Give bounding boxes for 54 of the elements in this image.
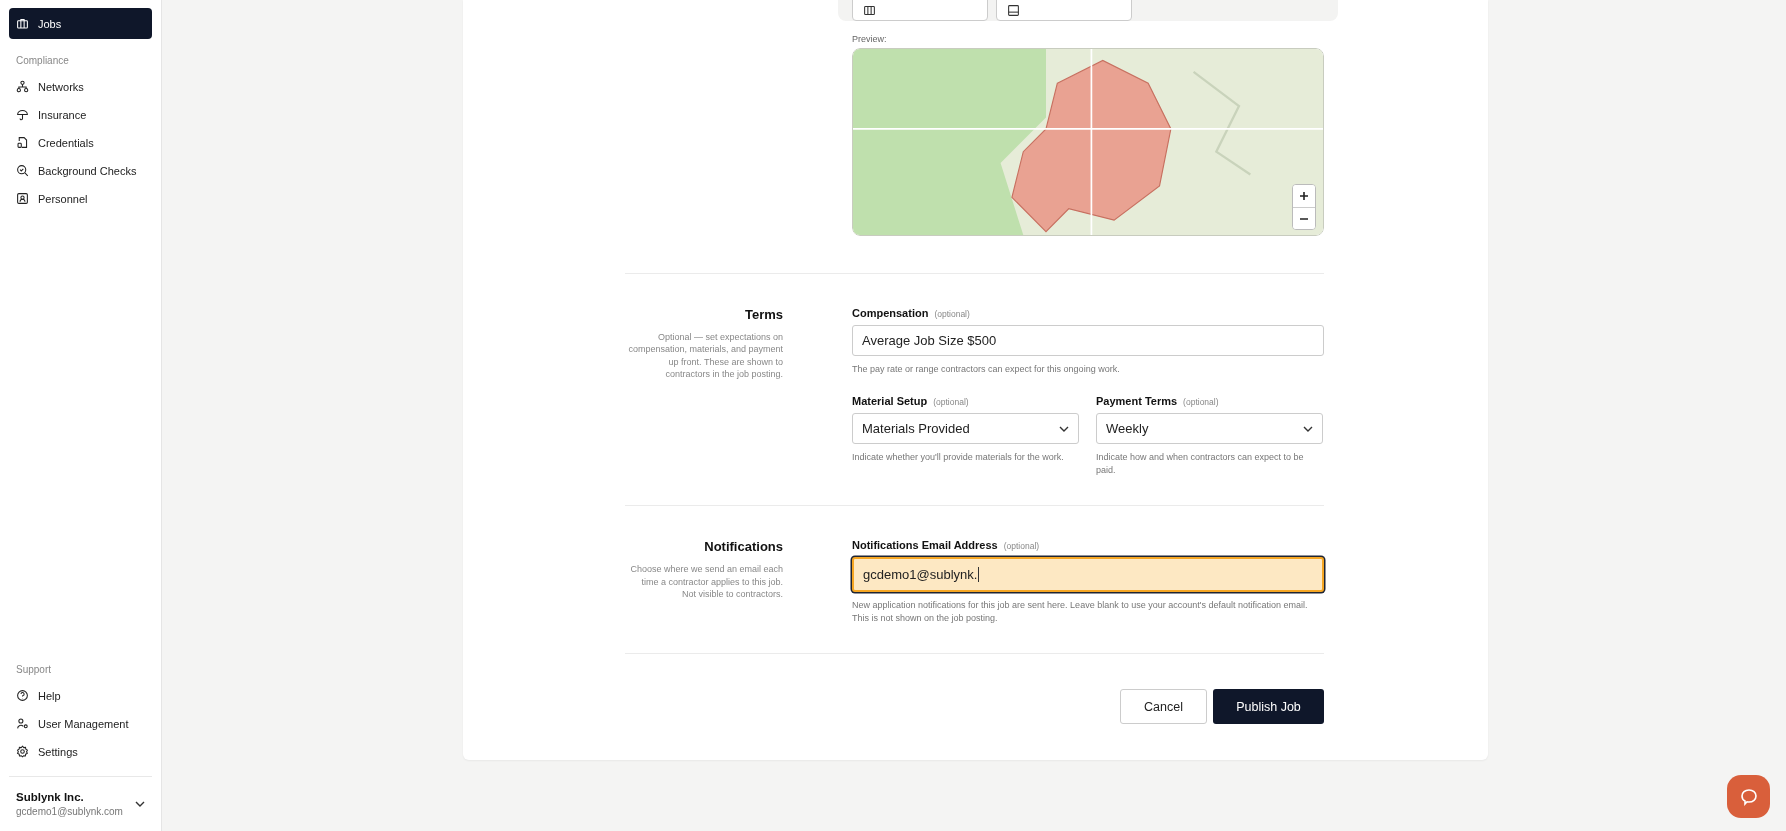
- field-label: Material Setup: [852, 395, 928, 408]
- chevron-down-icon: [1303, 425, 1313, 432]
- nav-item[interactable]: Background Checks: [9, 157, 152, 184]
- optional-label: (optional): [1183, 397, 1219, 408]
- section-heading: Support: [15, 663, 53, 677]
- window-icon: [1007, 4, 1020, 17]
- briefcase-icon: [16, 17, 29, 30]
- section-description: Choose where we send an email each time a contractor applies to this job. Not visible to contractors.: [629, 563, 783, 601]
- account-name: Sublynk Inc.: [16, 791, 85, 803]
- nav-item[interactable]: Credentials: [9, 129, 152, 156]
- id-badge-icon: [16, 192, 29, 205]
- optional-label: (optional): [934, 309, 970, 319]
- chevron-down-icon[interactable]: [135, 801, 145, 807]
- field-label: Compensation: [852, 307, 929, 319]
- help-icon: [16, 689, 29, 702]
- field-help-text: The pay rate or range contractors can expect for this ongoing work.: [852, 363, 1121, 376]
- section-description: Optional — set expectations on compensation, materials, and payment up front. These are shown to contractors in the job posting.: [627, 331, 783, 381]
- section-title: Notifications: [703, 539, 783, 555]
- input-field[interactable]: gcdemo1@sublynk.: [852, 557, 1324, 593]
- chat-button[interactable]: [1727, 775, 1770, 818]
- network-icon: [16, 80, 29, 93]
- nav-item[interactable]: Settings: [9, 738, 152, 765]
- section-title: Terms: [743, 307, 783, 322]
- nav-item[interactable]: Personnel: [9, 185, 152, 212]
- nav-item[interactable]: Insurance: [9, 101, 152, 128]
- nav-item[interactable]: Networks: [9, 73, 152, 100]
- speech-bubble-icon: [1738, 786, 1759, 807]
- section-heading: Compliance: [15, 54, 70, 68]
- field-help-text: Indicate how and when contractors can expect to be paid.: [1096, 451, 1305, 478]
- nav-item[interactable]: User Management: [9, 710, 152, 737]
- preview-label: Preview:: [852, 34, 888, 44]
- settings-icon: [16, 745, 29, 758]
- search-icon: [16, 164, 29, 177]
- select-field[interactable]: Materials Provided: [852, 413, 1079, 445]
- field-help-text: New application notifications for this job are sent here. Leave blank to use your account's default notification email. This is not shown on the job posting.: [852, 599, 1309, 626]
- zoom-out-button[interactable]: [1293, 207, 1315, 229]
- field-label: Payment Terms: [1096, 395, 1178, 408]
- account-email: gcdemo1@sublynk.com: [16, 806, 123, 817]
- nav-item[interactable]: Jobs: [9, 8, 152, 39]
- map-icon: [863, 4, 876, 17]
- nav-item[interactable]: Help: [9, 682, 152, 709]
- field-label: Notifications Email Address: [852, 539, 998, 552]
- chevron-down-icon: [1059, 425, 1069, 432]
- optional-label: (optional): [1003, 541, 1040, 552]
- plus-icon: [1299, 191, 1309, 201]
- cancel-button[interactable]: Cancel: [1120, 689, 1207, 725]
- document-icon: [16, 136, 29, 149]
- publish-job-button[interactable]: Publish Job: [1213, 689, 1324, 725]
- input-field[interactable]: Average Job Size $500: [852, 325, 1324, 356]
- field-help-text: Indicate whether you'll provide materials for the work.: [852, 451, 1065, 465]
- select-field[interactable]: Weekly: [1096, 413, 1323, 445]
- user-gear-icon: [16, 717, 29, 730]
- umbrella-icon: [16, 108, 29, 121]
- optional-label: (optional): [933, 397, 969, 408]
